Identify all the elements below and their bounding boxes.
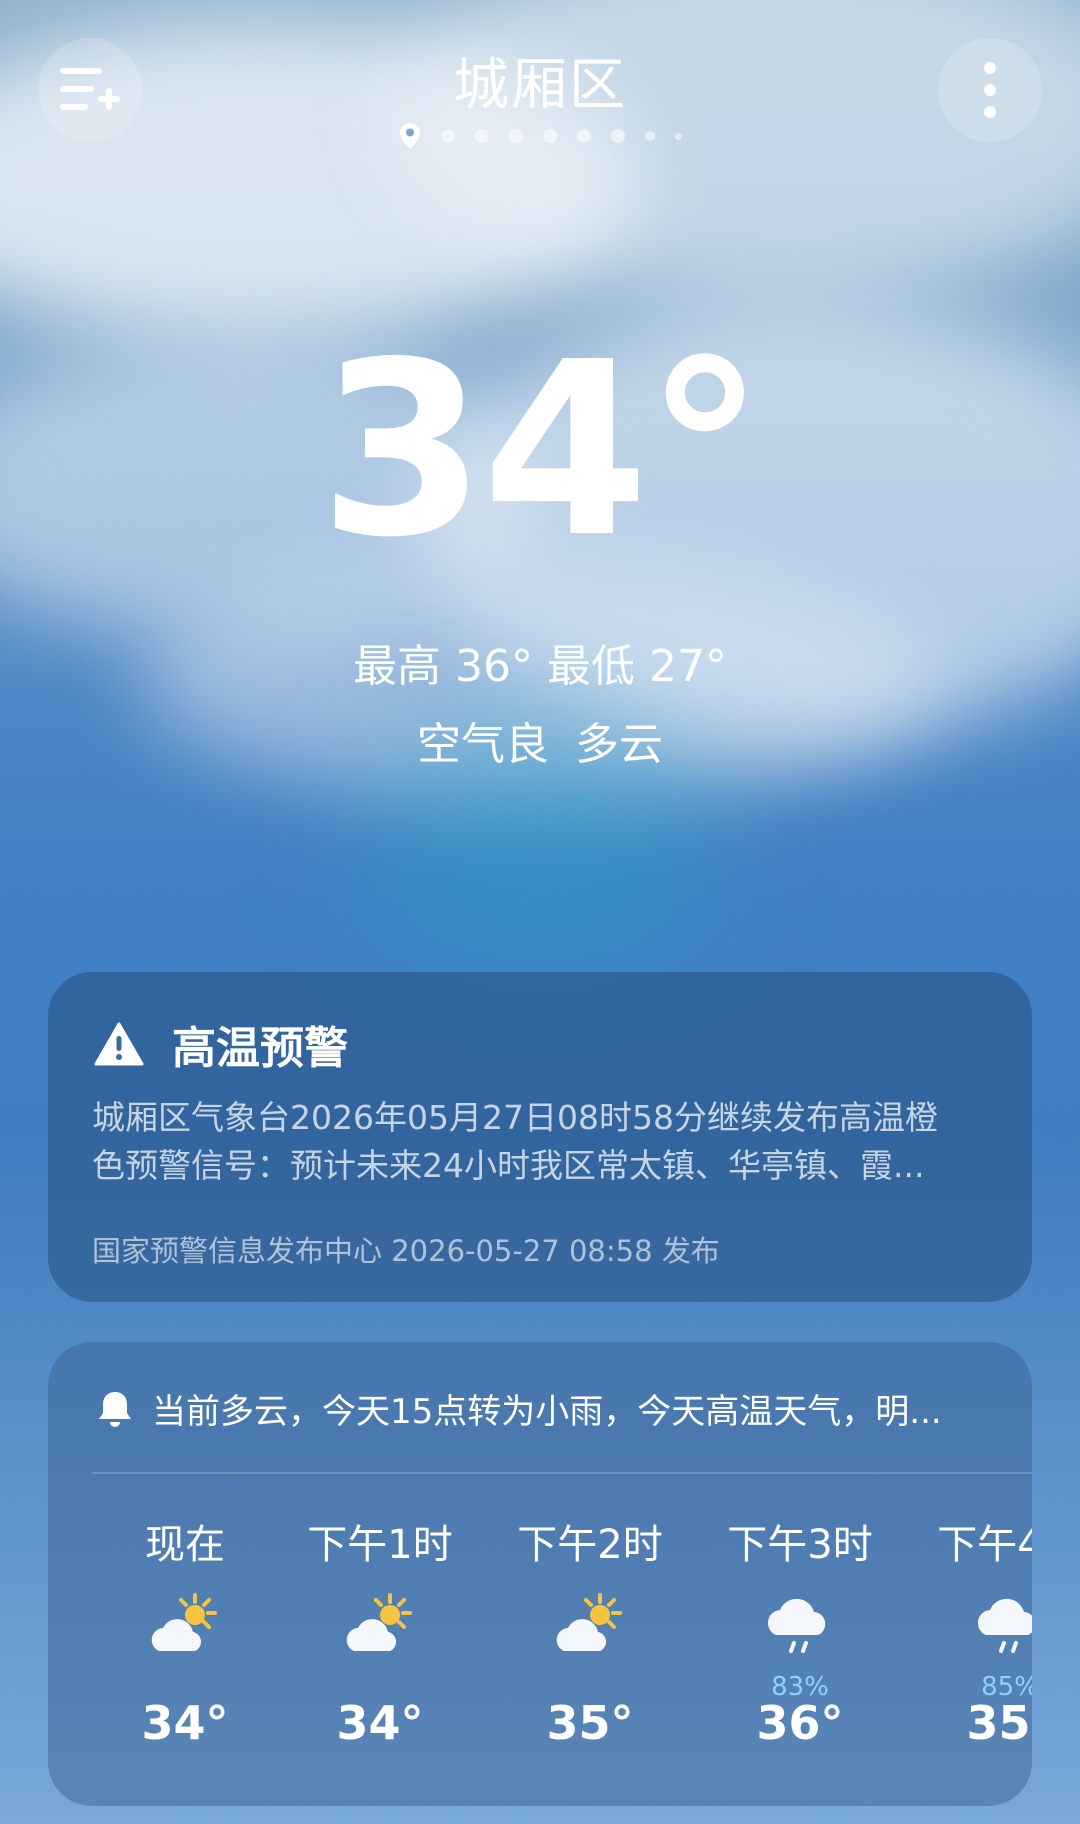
divider [92,1472,1032,1474]
hour-label: 现在 [145,1522,225,1568]
page-dot [542,129,557,143]
page-dot [474,129,489,143]
partly-cloudy-icon [346,1593,412,1651]
hour-item: 下午1时 34° [285,1492,475,1750]
hourly-list[interactable]: 现在 34° 下午1时 34° 下午2时 35° 下午3时 83% 36° 下午… [48,1492,1032,1792]
alert-line: 城厢区气象台2026年05月27日08时58分继续发布高温橙 [92,1098,938,1137]
hour-item: 下午2时 35° [495,1492,685,1750]
rain-icon [767,1598,826,1653]
alert-line: 色预警信号：预计未来24小时我区常太镇、华亭镇、霞... [92,1146,925,1185]
page-dot [440,129,455,143]
more-options-button[interactable] [938,38,1042,142]
page-dot [508,129,523,143]
forecast-summary-text: 当前多云，今天15点转为小雨，今天高温天气，明... [152,1392,942,1432]
bell-icon [99,1391,131,1427]
partly-cloudy-icon [151,1593,217,1651]
alert-title: 高温预警 [172,1023,348,1074]
precipitation-probability: 83% [771,1672,829,1702]
page-dot [674,132,682,140]
hour-temperature: 34° [336,1696,424,1750]
page-dot [610,129,625,143]
air-quality[interactable]: 空气良 [417,719,549,770]
condition-row: 空气良 多云 [0,708,1080,772]
hour-temperature: 35° [546,1696,634,1750]
precipitation-probability: 85% [981,1672,1032,1702]
high-low-temperature: 最高 36° 最低 27° [353,641,727,692]
forecast-summary[interactable]: 当前多云，今天15点转为小雨，今天高温天气，明... [96,1384,996,1433]
city-name[interactable]: 城厢区 [0,40,1080,121]
more-vertical-icon [984,62,996,118]
alert-description: 城厢区气象台2026年05月27日08时58分继续发布高温橙 色预警信号：预计未… [92,1094,972,1190]
hour-label: 下午1时 [307,1522,453,1568]
heat-alert-card[interactable]: 高温预警 城厢区气象台2026年05月27日08时58分继续发布高温橙 色预警信… [48,972,1032,1302]
alert-header: 高温预警 [94,1012,348,1076]
page-dot [576,129,591,143]
location-pin-icon [399,123,420,149]
hour-temperature: 35° [966,1696,1032,1750]
rain-icon [977,1598,1032,1653]
weather-condition: 多云 [575,719,663,770]
hour-item: 下午3时 83% 36° [705,1492,895,1750]
page-indicator [0,122,1080,150]
top-bar: 城厢区 [0,0,1080,160]
hour-temperature: 36° [756,1696,844,1750]
partly-cloudy-icon [556,1593,622,1651]
hour-item: 下午4时 85% 35° [915,1492,1032,1750]
warning-icon [94,1022,144,1066]
hour-label: 下午2时 [517,1522,663,1568]
page-dot [644,131,655,141]
hour-label: 下午3时 [727,1522,873,1568]
hourly-forecast-card: 当前多云，今天15点转为小雨，今天高温天气，明... 现在 34° 下午1时 3… [48,1342,1032,1806]
hour-label: 下午4时 [937,1522,1032,1568]
hour-item: 现在 34° [90,1492,280,1750]
alert-source: 国家预警信息发布中心 2026-05-27 08:58 发布 [92,1234,720,1268]
current-temperature: 34° [319,310,765,590]
hour-temperature: 34° [141,1696,229,1750]
